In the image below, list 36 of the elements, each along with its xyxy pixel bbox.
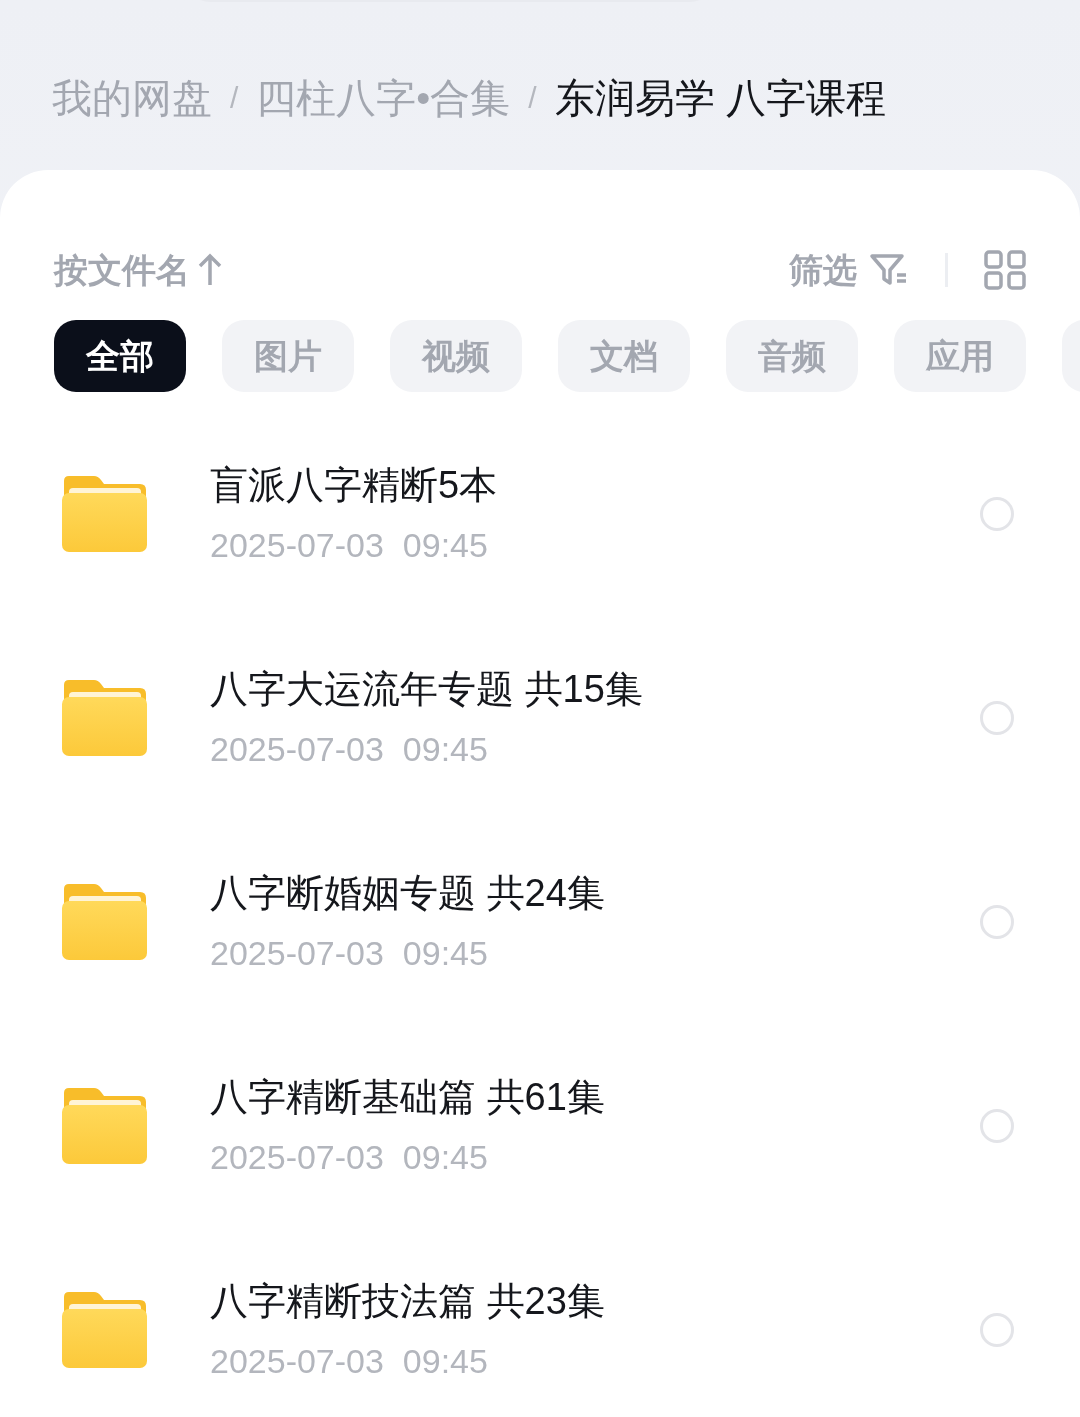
grid-view-icon[interactable] bbox=[984, 250, 1026, 290]
arrow-up-icon bbox=[198, 253, 222, 287]
breadcrumb-separator: / bbox=[230, 83, 239, 113]
modified-time: 2025-07-03 09:45 bbox=[210, 932, 489, 974]
breadcrumb-item[interactable]: 我的网盘 bbox=[52, 78, 212, 118]
folder-name[interactable]: 八字大运流年专题 共15集 bbox=[210, 666, 980, 714]
select-radio[interactable] bbox=[980, 1109, 1014, 1143]
breadcrumb-separator: / bbox=[528, 83, 537, 113]
select-radio[interactable] bbox=[980, 1313, 1014, 1347]
folder-name[interactable]: 盲派八字精断5本 bbox=[210, 462, 980, 510]
category-tab[interactable]: 全部 bbox=[54, 320, 186, 392]
select-radio[interactable] bbox=[980, 905, 1014, 939]
category-tab[interactable]: 音频 bbox=[726, 320, 858, 392]
category-tab[interactable]: 应用 bbox=[894, 320, 1026, 392]
folder-icon bbox=[60, 883, 148, 961]
modified-time: 2025-07-03 09:45 bbox=[210, 1136, 489, 1178]
category-tab[interactable]: 图片 bbox=[222, 320, 354, 392]
modified-time: 2025-07-03 09:45 bbox=[210, 728, 489, 770]
category-tab[interactable]: 视频 bbox=[390, 320, 522, 392]
folder-icon bbox=[60, 679, 148, 757]
breadcrumb-item[interactable]: 四柱八字•合集 bbox=[256, 78, 511, 118]
folder-icon bbox=[60, 1087, 148, 1165]
folder-name[interactable]: 八字精断基础篇 共61集 bbox=[210, 1074, 980, 1122]
folder-icon bbox=[60, 475, 148, 553]
folder-name[interactable]: 八字断婚姻专题 共24集 bbox=[210, 870, 980, 918]
category-tab[interactable]: 文档 bbox=[558, 320, 690, 392]
modified-time: 2025-07-03 09:45 bbox=[210, 1340, 489, 1382]
folder-name[interactable]: 八字精断技法篇 共23集 bbox=[210, 1278, 980, 1326]
sort-button[interactable]: 按文件名 bbox=[54, 244, 222, 296]
filter-button[interactable]: 筛选 bbox=[789, 244, 909, 296]
select-radio[interactable] bbox=[980, 497, 1014, 531]
folder-icon bbox=[60, 1291, 148, 1369]
modified-time: 2025-07-03 09:45 bbox=[210, 524, 489, 566]
filter-icon bbox=[869, 253, 909, 287]
select-radio[interactable] bbox=[980, 701, 1014, 735]
breadcrumb-item[interactable]: 东润易学 八字课程 bbox=[554, 78, 886, 118]
